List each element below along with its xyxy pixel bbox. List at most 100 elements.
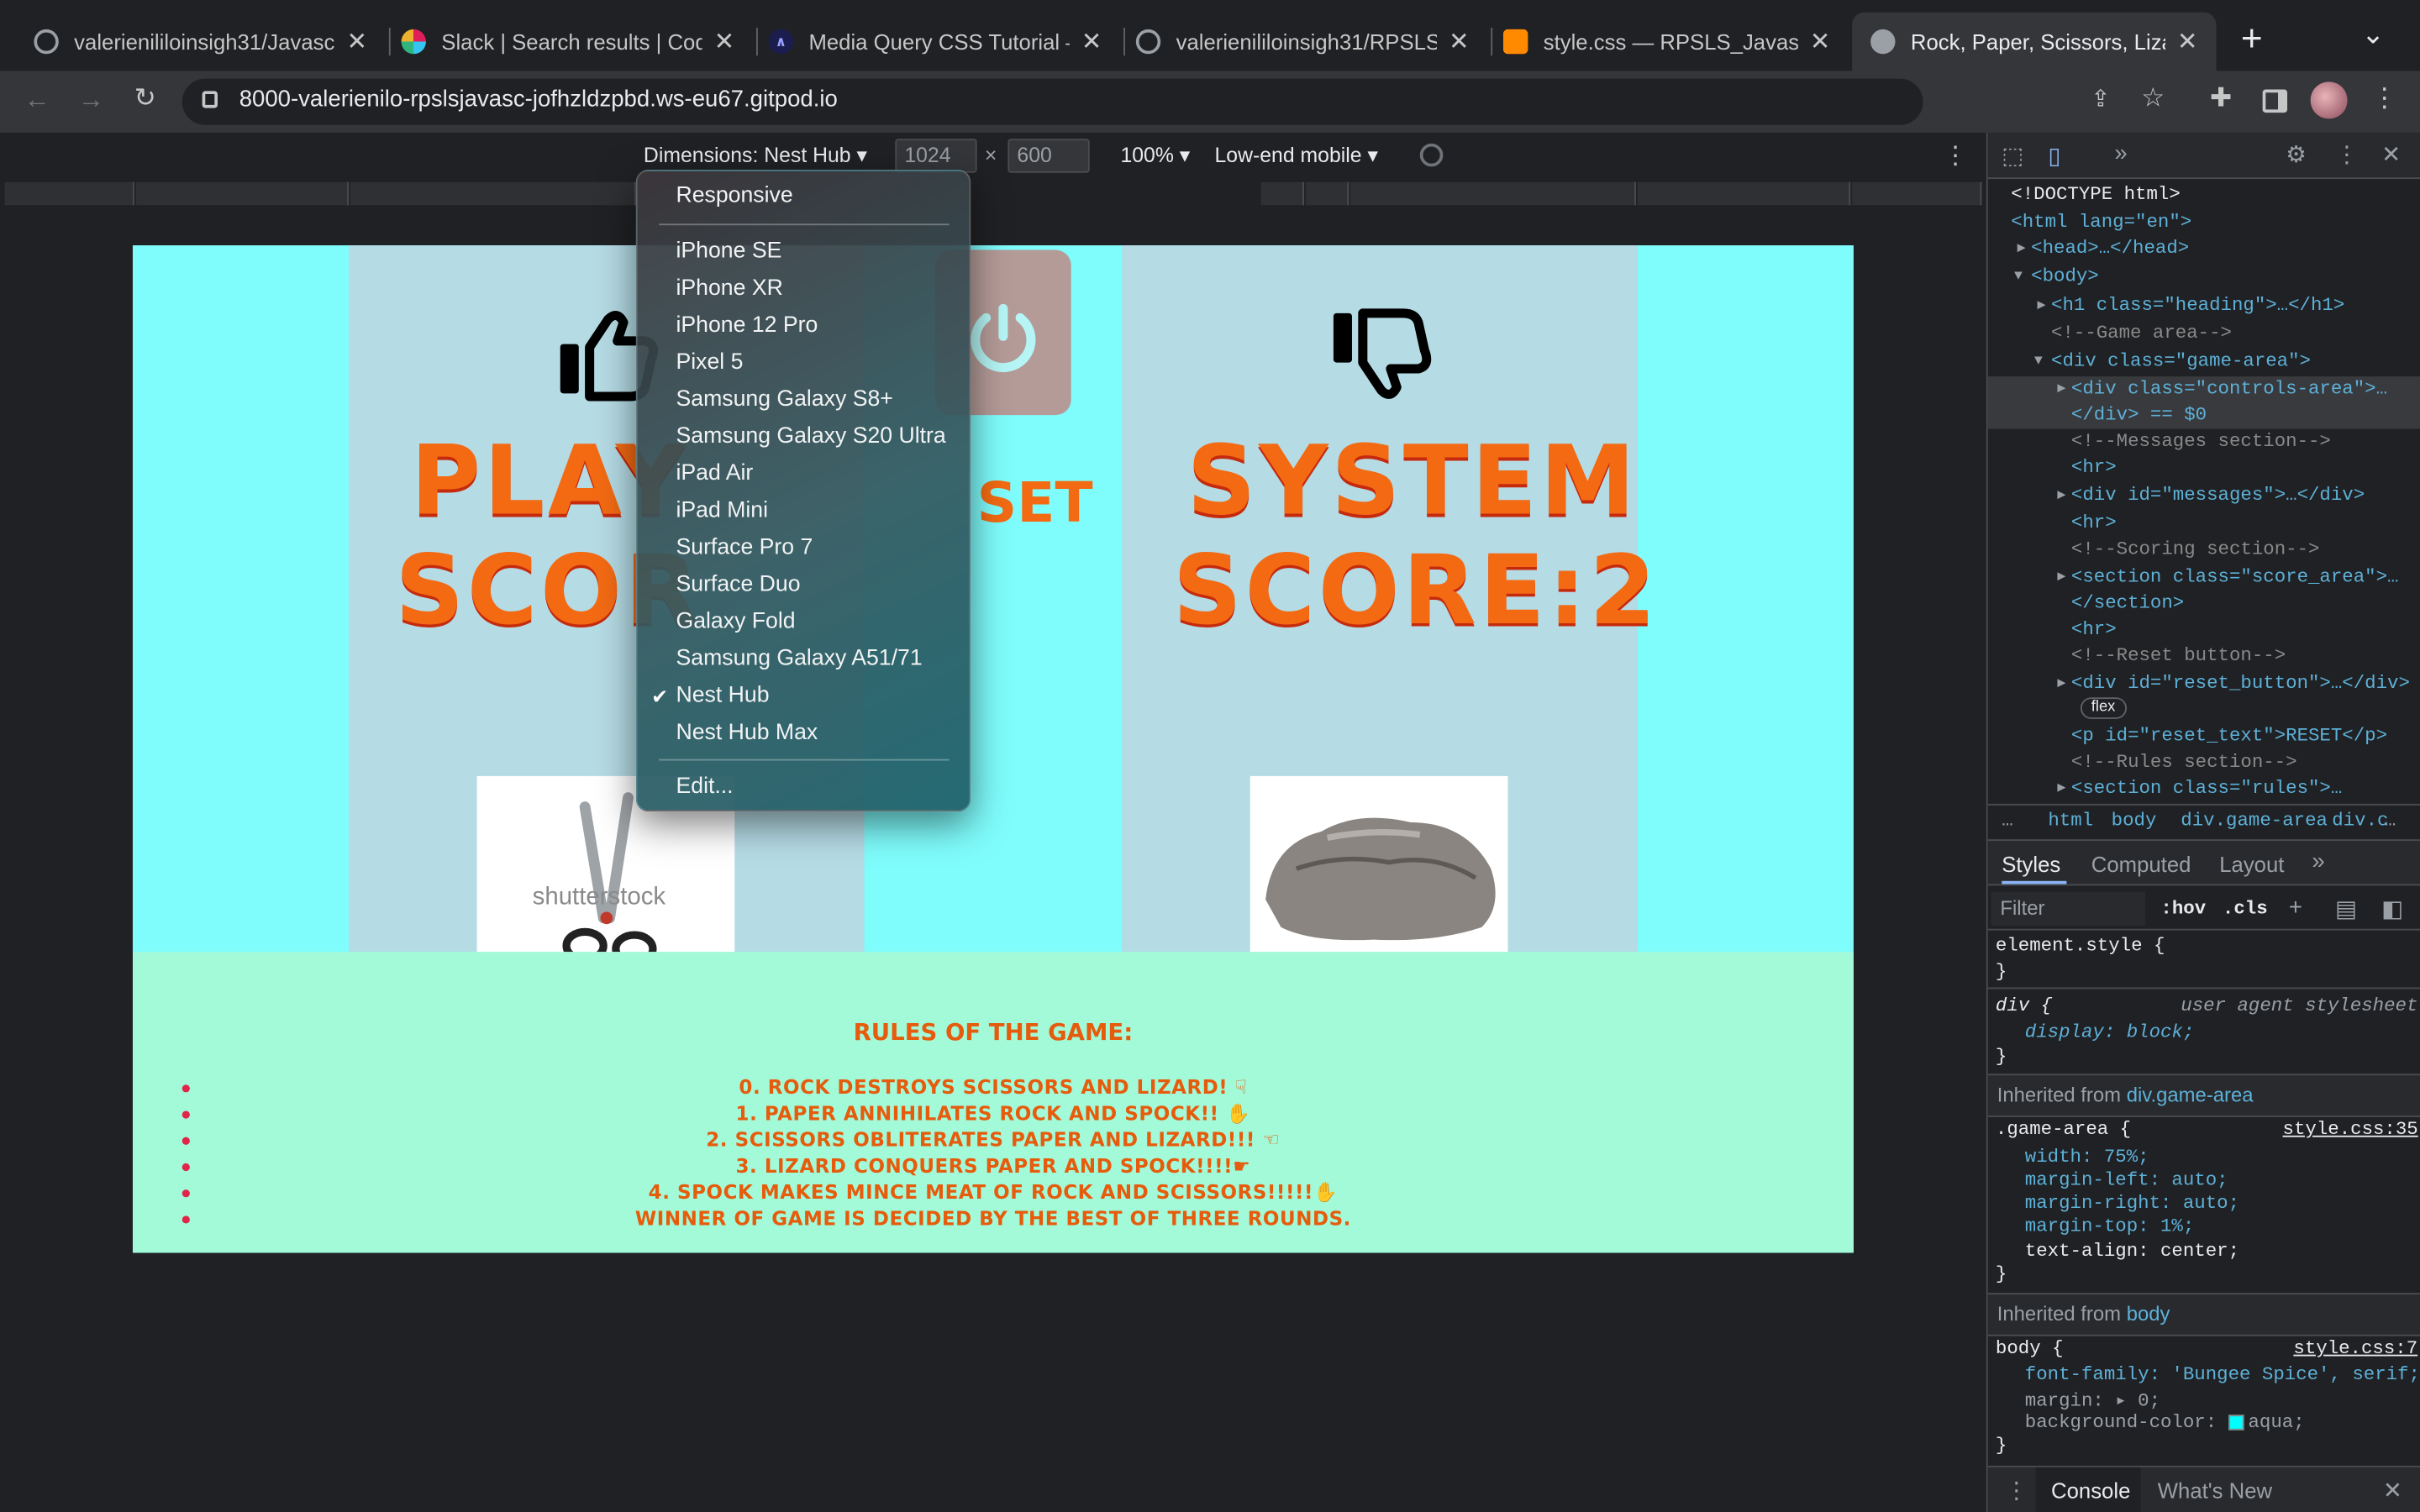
device-option-ipad-air[interactable]: iPad Air bbox=[676, 461, 753, 486]
css-selector[interactable]: body { bbox=[1996, 1337, 2064, 1359]
dom-node[interactable]: <div id="messages">…</div> bbox=[2071, 485, 2365, 507]
drawer-tab-console[interactable]: Console bbox=[2051, 1478, 2130, 1503]
devtools-menu-icon[interactable]: ⋮ bbox=[2335, 140, 2359, 168]
tab-media-query[interactable]: ∧ Media Query CSS Tutorial – ✕ bbox=[750, 13, 1121, 71]
css-declaration[interactable]: margin-top: 1%; bbox=[2025, 1215, 2195, 1237]
reload-icon[interactable]: ↻ bbox=[127, 83, 164, 114]
device-option-nest-hub[interactable]: Nest Hub bbox=[676, 684, 769, 708]
dom-node[interactable]: </section> bbox=[2071, 592, 2184, 614]
device-option-pixel-5[interactable]: Pixel 5 bbox=[676, 350, 743, 375]
media-query-segment[interactable] bbox=[1852, 181, 1982, 206]
collapse-triangle-icon[interactable]: ▼ bbox=[2014, 269, 2023, 284]
extensions-icon[interactable]: ✚ bbox=[2202, 83, 2239, 114]
tab-styles[interactable]: Styles bbox=[2002, 852, 2060, 876]
expand-triangle-icon[interactable]: ▶ bbox=[2057, 381, 2065, 396]
forward-icon[interactable]: → bbox=[72, 85, 109, 116]
css-declaration[interactable]: text-align: center; bbox=[2025, 1241, 2239, 1263]
dom-node[interactable]: <div class="game-area"> bbox=[2051, 350, 2311, 372]
close-tab-icon[interactable]: ✕ bbox=[347, 26, 368, 57]
device-option-surface-duo[interactable]: Surface Duo bbox=[676, 572, 800, 596]
close-drawer-icon[interactable]: ✕ bbox=[2383, 1477, 2402, 1504]
device-option-iphone-xr[interactable]: iPhone XR bbox=[676, 276, 782, 301]
profile-avatar[interactable] bbox=[2310, 81, 2348, 119]
device-option-galaxy-a51[interactable]: Samsung Galaxy A51/71 bbox=[676, 647, 922, 671]
more-tabs-icon[interactable]: » bbox=[2114, 140, 2127, 166]
dom-node[interactable]: <div id="reset_button">…</div> bbox=[2071, 673, 2410, 695]
menu-kebab-icon[interactable]: ⋮ bbox=[2366, 83, 2403, 114]
dimensions-select[interactable]: Dimensions: Nest Hub ▾ bbox=[644, 144, 867, 168]
css-declaration[interactable]: background-color: aqua; bbox=[2025, 1412, 2305, 1434]
color-swatch[interactable] bbox=[2228, 1414, 2244, 1431]
css-source-link[interactable]: style.css:7 bbox=[2293, 1337, 2417, 1359]
side-panel-icon[interactable] bbox=[2262, 89, 2288, 113]
close-tab-icon[interactable]: ✕ bbox=[1810, 26, 1831, 57]
tab-style-css[interactable]: style.css — RPSLS_Javascr ✕ bbox=[1485, 13, 1849, 71]
dom-node[interactable]: <body> bbox=[2031, 265, 2099, 287]
dom-comment[interactable]: <!--Rules section--> bbox=[2071, 751, 2297, 773]
collapse-triangle-icon[interactable]: ▼ bbox=[2034, 354, 2043, 369]
drawer-tab-whats-new[interactable]: What's New bbox=[2158, 1478, 2272, 1503]
media-query-segment[interactable] bbox=[1260, 181, 1305, 206]
expand-triangle-icon[interactable]: ▶ bbox=[2057, 675, 2065, 690]
tab-rpsls-active[interactable]: Rock, Paper, Scissors, Liza ✕ bbox=[1852, 12, 2217, 71]
css-declaration[interactable]: margin-right: auto; bbox=[2025, 1193, 2239, 1215]
styles-filter-input[interactable]: Filter bbox=[1991, 891, 2146, 927]
tab-github-js[interactable]: valerienililoinsigh31/Javascri ✕ bbox=[15, 13, 386, 71]
media-query-segment[interactable] bbox=[1350, 181, 1636, 206]
height-input[interactable]: 600 bbox=[1007, 139, 1090, 173]
computed-sidebar-icon[interactable]: ▤ bbox=[2335, 895, 2357, 922]
dom-comment[interactable]: <!--Messages section--> bbox=[2071, 430, 2331, 452]
breadcrumb-controls[interactable]: div.c bbox=[2332, 810, 2388, 832]
css-declaration[interactable]: display: block; bbox=[2025, 1021, 2195, 1043]
breadcrumb-body[interactable]: body bbox=[2112, 810, 2157, 832]
css-declaration[interactable]: width: 75%; bbox=[2025, 1147, 2149, 1168]
device-option-surface-pro-7[interactable]: Surface Pro 7 bbox=[676, 535, 813, 559]
dom-node[interactable]: <section class="rules">… bbox=[2071, 778, 2342, 800]
toggle-sidebar-icon[interactable]: ◧ bbox=[2381, 895, 2403, 922]
url-text[interactable]: 8000-valerienilo-rpslsjavasc-jofhzldzpbd… bbox=[239, 87, 838, 113]
close-tab-icon[interactable]: ✕ bbox=[714, 26, 735, 57]
dom-node[interactable]: <p id="reset_text">RESET</p> bbox=[2071, 725, 2387, 747]
dom-comment[interactable]: <!--Reset button--> bbox=[2071, 645, 2286, 667]
dom-node[interactable]: <hr> bbox=[2071, 512, 2117, 534]
tab-slack[interactable]: Slack | Search results | Cod ✕ bbox=[383, 13, 754, 71]
dom-node[interactable]: <hr> bbox=[2071, 619, 2117, 641]
cls-toggle[interactable]: .cls bbox=[2223, 898, 2268, 920]
device-option-iphone-12-pro[interactable]: iPhone 12 Pro bbox=[676, 313, 818, 338]
drawer-menu-icon[interactable]: ⋮ bbox=[2005, 1477, 2028, 1504]
css-source-link[interactable]: style.css:35 bbox=[2283, 1119, 2418, 1141]
dom-node[interactable]: <head>…</head> bbox=[2031, 238, 2189, 260]
lock-icon[interactable] bbox=[202, 91, 218, 108]
throttle-select[interactable]: Low-end mobile ▾ bbox=[1215, 144, 1378, 168]
tab-more[interactable]: » bbox=[2312, 848, 2324, 874]
new-rule-icon[interactable]: + bbox=[2289, 895, 2302, 921]
breadcrumb-game-area[interactable]: div.game-area bbox=[2181, 810, 2328, 832]
device-option-responsive[interactable]: Responsive bbox=[676, 184, 792, 208]
device-option-edit[interactable]: Edit... bbox=[676, 774, 733, 799]
dom-node[interactable]: <h1 class="heading">…</h1> bbox=[2051, 295, 2344, 317]
breadcrumb-html[interactable]: html bbox=[2048, 810, 2093, 832]
device-option-galaxy-fold[interactable]: Galaxy Fold bbox=[676, 610, 795, 634]
tab-github-rpsls[interactable]: valerienililoinsigh31/RPSLS_ ✕ bbox=[1118, 13, 1488, 71]
new-tab-button[interactable]: + bbox=[2233, 18, 2270, 61]
css-selector[interactable]: div { bbox=[1996, 995, 2052, 1017]
dom-node[interactable]: <html lang="en"> bbox=[2011, 212, 2191, 234]
share-icon[interactable]: ⇪ bbox=[2082, 85, 2119, 113]
close-devtools-icon[interactable]: ✕ bbox=[2381, 140, 2401, 168]
expand-triangle-icon[interactable]: ▶ bbox=[2057, 780, 2065, 795]
device-option-ipad-mini[interactable]: iPad Mini bbox=[676, 498, 768, 522]
dom-comment[interactable]: <!--Game area--> bbox=[2051, 323, 2232, 344]
close-tab-icon[interactable]: ✕ bbox=[1449, 26, 1470, 57]
expand-triangle-icon[interactable]: ▶ bbox=[2018, 241, 2026, 256]
dom-node[interactable]: <hr> bbox=[2071, 457, 2117, 479]
dom-comment[interactable]: <!--Scoring section--> bbox=[2071, 538, 2320, 560]
tab-layout[interactable]: Layout bbox=[2219, 852, 2284, 876]
device-options-icon[interactable]: ⋮ bbox=[1937, 140, 1974, 171]
css-declaration[interactable]: margin: ▸ 0; bbox=[2025, 1389, 2160, 1412]
dom-node-selected[interactable]: <div class="controls-area">… bbox=[2071, 378, 2387, 400]
settings-gear-icon[interactable]: ⚙ bbox=[2286, 140, 2307, 168]
device-option-nest-hub-max[interactable]: Nest Hub Max bbox=[676, 721, 818, 745]
dom-node[interactable]: <section class="score_area">… bbox=[2071, 566, 2399, 588]
breadcrumb-more[interactable]: … bbox=[2002, 810, 2012, 832]
media-query-segment[interactable] bbox=[350, 181, 636, 206]
